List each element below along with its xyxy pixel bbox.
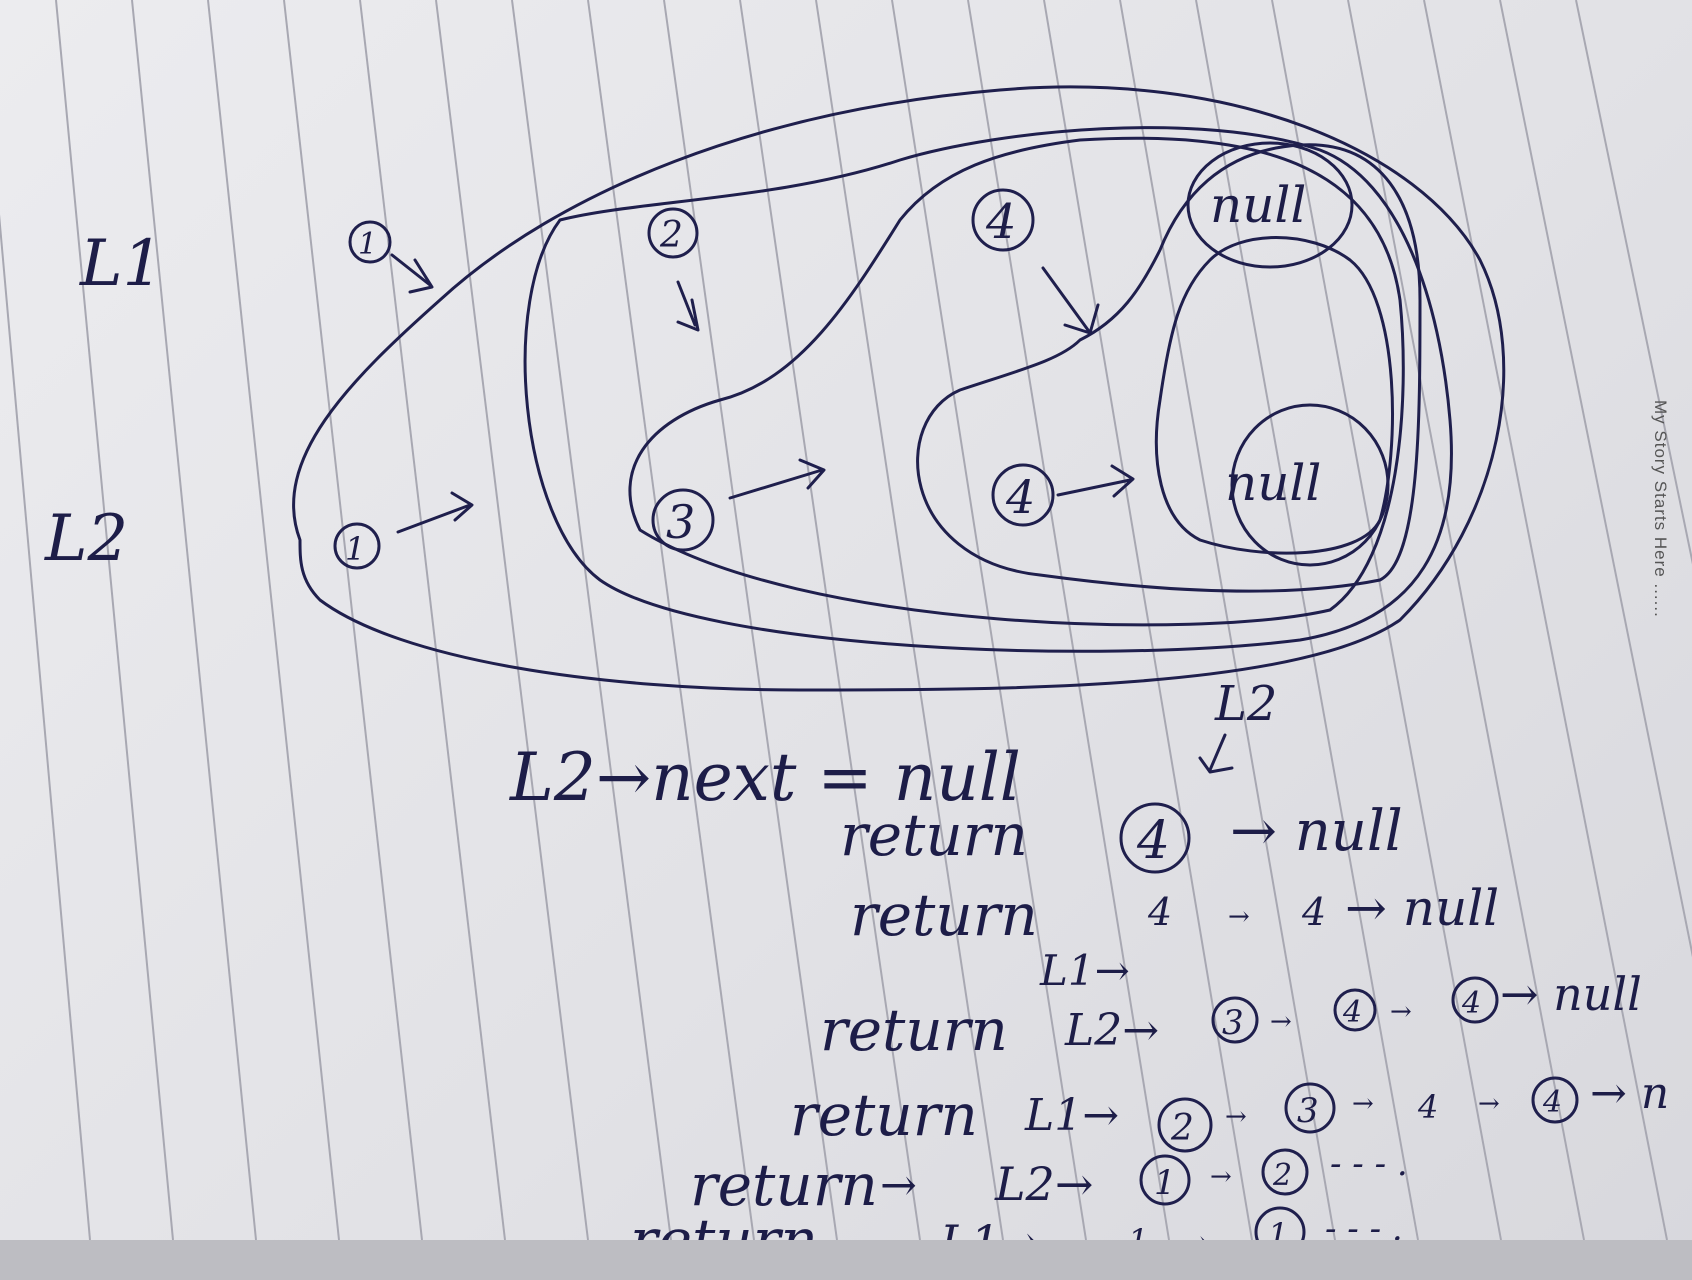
node-l1-4: 4: [985, 194, 1017, 250]
line5-lead: L2→: [994, 1157, 1093, 1211]
row-label-l1: L1: [79, 227, 163, 301]
ruled-line: [359, 0, 506, 1241]
line5-arrow: →: [880, 1160, 917, 1211]
line4-n2: 3: [1297, 1091, 1319, 1131]
line4-lead: L1→: [1024, 1090, 1119, 1141]
row-label-l2: L2: [44, 502, 128, 576]
page-bottom-edge: [0, 1240, 1692, 1280]
line4-n4: 4: [1542, 1085, 1562, 1120]
line3-prefix: L1→: [1039, 946, 1130, 995]
line4-tail: → n: [1590, 1068, 1669, 1119]
line2-n1: 4: [1147, 890, 1172, 934]
line3-n2: 4: [1342, 995, 1362, 1030]
line5-n1: 1: [1154, 1163, 1176, 1203]
line5-arrow-2: →: [1210, 1162, 1232, 1192]
line3-lead: L2→: [1064, 1005, 1159, 1056]
line3-arrow-1: →: [1270, 1007, 1292, 1037]
return-line-3: return: [820, 996, 1008, 1064]
line3-n3: 4: [1461, 986, 1481, 1021]
ruled-line: [435, 0, 589, 1241]
node-l2-1: 1: [345, 530, 365, 568]
ruled-line: [1499, 0, 1692, 958]
ruled-line: [1423, 0, 1668, 1241]
ruled-line: [663, 0, 838, 1241]
line5-n2: 2: [1272, 1158, 1292, 1193]
node-l2-3: 3: [666, 495, 695, 549]
line5-tail: - - - .: [1330, 1144, 1408, 1184]
l2-marker-arrow: [1198, 733, 1234, 774]
ruled-line: [1575, 0, 1692, 565]
handwritten-notes: L1 L2 1 2 4 null 1 3 4 null L2 L2→next =…: [0, 0, 1692, 1274]
line1-node: 4: [1136, 811, 1170, 871]
node-l2-4: 4: [1005, 470, 1035, 524]
node-l1-2: 2: [659, 215, 683, 256]
ruled-line: [511, 0, 672, 1241]
notebook-page: L1 L2 1 2 4 null 1 3 4 null L2 L2→next =…: [0, 0, 1692, 1280]
line1-tail: → null: [1230, 799, 1403, 864]
ruled-line: [0, 214, 91, 1241]
return-line-4: return: [790, 1081, 978, 1149]
ruled-line: [207, 0, 340, 1241]
line4-arrow-3: →: [1478, 1089, 1500, 1119]
node-l2-null: null: [1225, 454, 1321, 512]
line2-tail: → null: [1345, 879, 1499, 937]
node-l1-null: null: [1210, 176, 1306, 234]
line3-arrow-2: →: [1390, 997, 1412, 1027]
line4-n1: 2: [1170, 1108, 1194, 1149]
line2-arrow: →: [1228, 902, 1250, 932]
line4-arrow-2: →: [1352, 1089, 1374, 1119]
notebook-side-text: My Story Starts Here ......: [1651, 400, 1670, 618]
ruled-line: [131, 0, 257, 1241]
line2-n2: 4: [1301, 890, 1326, 934]
l2-marker: L2: [1214, 676, 1277, 732]
return-line-1: return: [840, 801, 1028, 869]
line3-n1: 3: [1222, 1003, 1244, 1043]
line4-n3: 4: [1417, 1088, 1438, 1126]
node-l1-1: 1: [358, 227, 377, 262]
return-line-2: return: [850, 881, 1038, 949]
line3-tail: → null: [1500, 967, 1642, 1021]
line4-arrow-1: →: [1225, 1102, 1247, 1132]
